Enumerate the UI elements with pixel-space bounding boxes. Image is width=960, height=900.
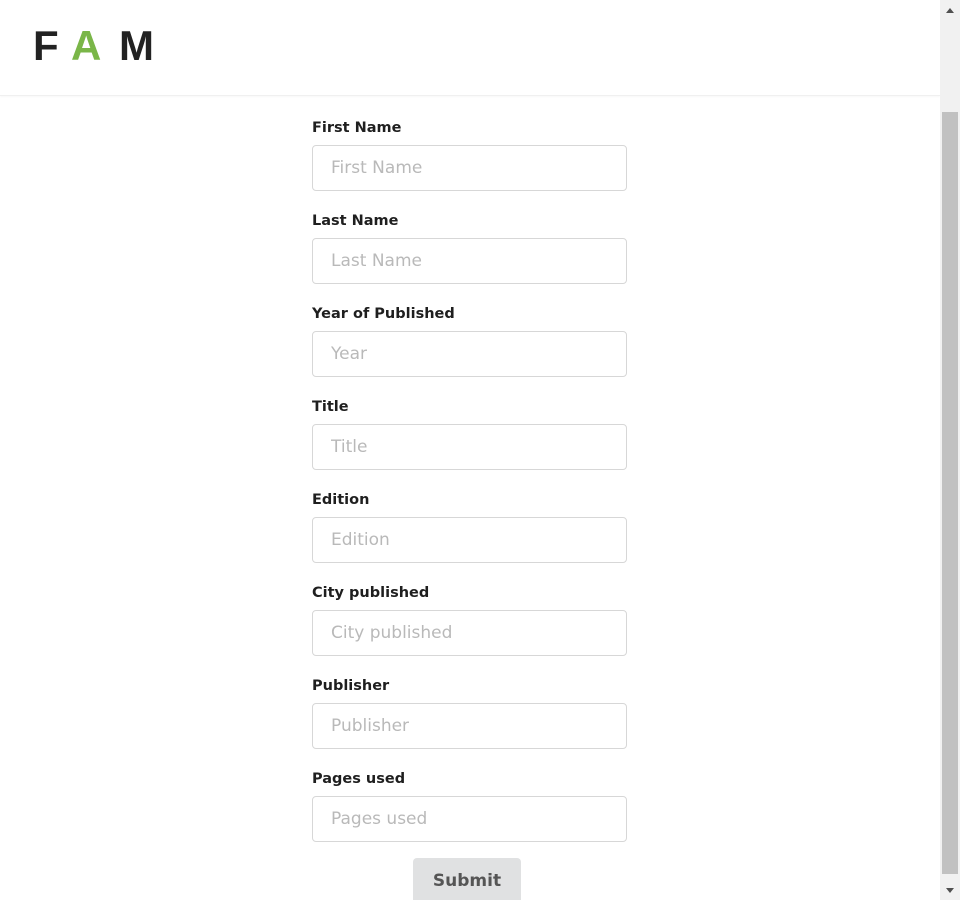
logo-letter-a: A [71, 22, 102, 69]
last-name-field-group: Last Name [312, 210, 627, 303]
edition-label: Edition [312, 492, 370, 508]
first-name-label: First Name [312, 120, 402, 136]
year-input[interactable] [312, 331, 627, 377]
title-label: Title [312, 399, 349, 415]
pages-used-label: Pages used [312, 771, 406, 787]
year-field-group: Year of Published [312, 303, 627, 396]
city-published-label: City published [312, 585, 430, 601]
title-field-group: Title [312, 396, 627, 489]
first-name-input[interactable] [312, 145, 627, 191]
arrow-down-icon[interactable] [940, 880, 960, 900]
arrow-up-icon[interactable] [940, 0, 960, 20]
city-published-input[interactable] [312, 610, 627, 656]
edition-input[interactable] [312, 517, 627, 563]
city-published-field-group: City published [312, 582, 627, 675]
edition-field-group: Edition [312, 489, 627, 582]
page: FAM First Name Last Name Year of Publish… [0, 0, 940, 900]
logo[interactable]: FAM [33, 24, 154, 68]
submit-button[interactable]: Submit [413, 858, 521, 900]
first-name-field-group: First Name [312, 117, 627, 210]
publisher-label: Publisher [312, 678, 390, 694]
pages-used-field-group: Pages used [312, 768, 627, 861]
pages-used-input[interactable] [312, 796, 627, 842]
publisher-field-group: Publisher [312, 675, 627, 768]
logo-letter-m: M [119, 22, 154, 69]
scrollbar-thumb[interactable] [942, 112, 958, 874]
book-form: First Name Last Name Year of Published T… [312, 117, 627, 861]
header: FAM [0, 0, 940, 96]
year-label: Year of Published [312, 306, 455, 322]
vertical-scrollbar[interactable] [940, 0, 960, 900]
publisher-input[interactable] [312, 703, 627, 749]
last-name-input[interactable] [312, 238, 627, 284]
logo-letter-f: F [33, 22, 59, 69]
title-input[interactable] [312, 424, 627, 470]
last-name-label: Last Name [312, 213, 399, 229]
